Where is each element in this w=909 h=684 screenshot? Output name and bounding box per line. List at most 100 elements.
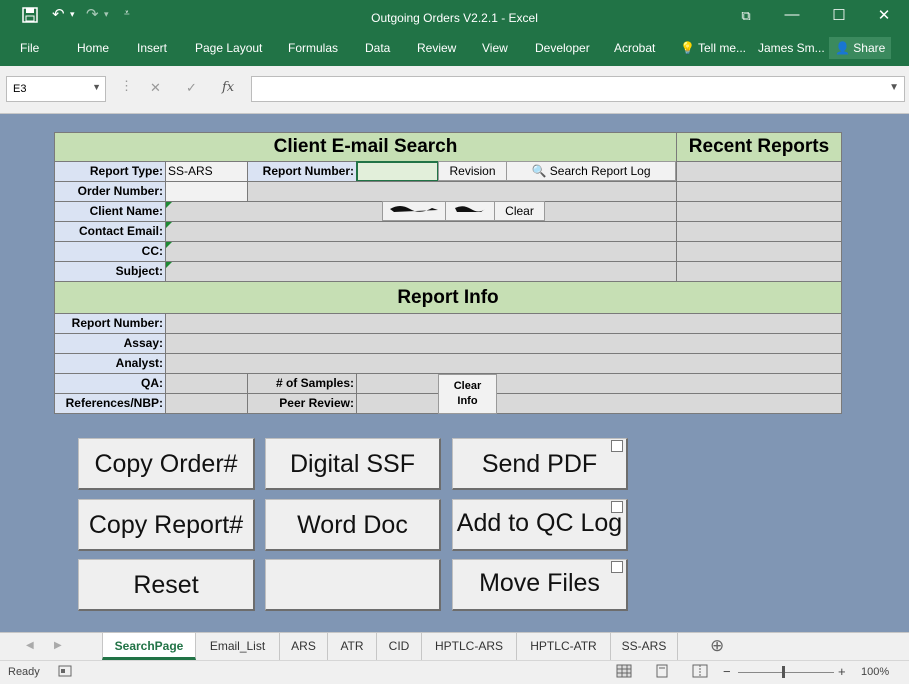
chevron-down-icon[interactable]: ▼ [92, 82, 101, 92]
assay-label: Assay: [54, 333, 166, 354]
clear-info-label-1: Clear [453, 380, 482, 392]
cc-input[interactable] [165, 241, 677, 262]
tab-file[interactable]: File [20, 41, 39, 55]
sheet-tab-ars[interactable]: ARS [280, 633, 328, 660]
qa-label: QA: [54, 373, 166, 394]
digital-ssf-button[interactable]: Digital SSF [265, 438, 441, 490]
more-options-icon: ⋮ [120, 78, 133, 93]
send-pdf-checkbox[interactable] [611, 440, 623, 452]
recent-report-6[interactable] [676, 261, 842, 282]
sheet-tab-ss-ars[interactable]: SS-ARS [611, 633, 678, 660]
zoom-slider-thumb[interactable] [782, 666, 785, 678]
recent-report-3[interactable] [676, 201, 842, 222]
recent-report-1[interactable] [676, 161, 842, 182]
close-icon[interactable]: ✕ [869, 6, 899, 24]
status-ready: Ready [8, 666, 40, 678]
page-layout-view-icon[interactable] [654, 664, 670, 681]
tab-acrobat[interactable]: Acrobat [614, 41, 655, 55]
share-button[interactable]: 👤 Share [829, 37, 892, 59]
tab-page-layout[interactable]: Page Layout [195, 41, 262, 55]
normal-view-icon[interactable] [616, 664, 632, 681]
clear-button[interactable]: Clear [494, 201, 545, 221]
add-sheet-icon[interactable]: ⊕ [710, 636, 724, 656]
sheet-tab-hptlc-atr[interactable]: HPTLC-ATR [517, 633, 611, 660]
sheet-tab-searchpage[interactable]: SearchPage [102, 633, 196, 660]
redacted-button-2[interactable] [445, 201, 495, 221]
move-files-checkbox[interactable] [611, 561, 623, 573]
search-icon: 🔍 [531, 164, 547, 178]
cancel-icon[interactable]: ✕ [150, 80, 161, 96]
minimize-icon[interactable]: — [777, 6, 807, 23]
title-bar: ↶ ▾ ↷ ▾ ⩡ Outgoing Orders V2.2.1 - Excel… [0, 0, 909, 34]
subject-input[interactable] [165, 261, 677, 282]
revision-button[interactable]: Revision [438, 161, 507, 181]
copy-order-button[interactable]: Copy Order# [78, 438, 255, 490]
report-info-header: Report Info [54, 281, 842, 314]
report-type-field[interactable]: SS-ARS [165, 161, 248, 182]
worksheet: Client E-mail Search Recent Reports Repo… [0, 114, 909, 632]
sheet-tabs-bar: ◀ ▶ SearchPage Email_List ARS ATR CID HP… [0, 632, 909, 660]
enter-icon[interactable]: ✓ [186, 80, 197, 96]
recent-report-5[interactable] [676, 241, 842, 262]
order-number-extra [247, 181, 677, 202]
clear-info-label-2: Info [457, 395, 478, 407]
move-files-button[interactable]: Move Files [452, 559, 628, 611]
zoom-out-icon[interactable]: − [723, 664, 731, 679]
clear-info-button[interactable]: Clear Info [438, 374, 497, 414]
user-name[interactable]: James Sm... [758, 41, 825, 55]
name-box[interactable]: E3 ▼ [6, 76, 106, 102]
sheet-tab-atr[interactable]: ATR [328, 633, 377, 660]
tab-formulas[interactable]: Formulas [288, 41, 338, 55]
add-to-qc-log-button[interactable]: Add to QC Log [452, 499, 628, 551]
order-number-input[interactable] [165, 181, 248, 202]
tab-data[interactable]: Data [365, 41, 390, 55]
expand-formula-icon[interactable]: ▼ [889, 82, 899, 93]
reset-button[interactable]: Reset [78, 559, 255, 611]
info-report-number-value [165, 313, 842, 334]
formula-bar: E3 ▼ ⋮ ✕ ✓ fx ▼ [0, 66, 909, 114]
samples-label: # of Samples: [247, 373, 357, 394]
blank-button[interactable] [265, 559, 441, 611]
tab-home[interactable]: Home [77, 41, 109, 55]
sheet-tab-cid[interactable]: CID [377, 633, 422, 660]
function-icon[interactable]: fx [222, 80, 234, 95]
search-panel-header: Client E-mail Search [54, 132, 677, 162]
report-number-input[interactable] [356, 161, 439, 182]
zoom-level[interactable]: 100% [861, 666, 889, 678]
status-bar: Ready − + 100% [0, 660, 909, 684]
word-doc-button[interactable]: Word Doc [265, 499, 441, 551]
recent-report-4[interactable] [676, 221, 842, 242]
tab-insert[interactable]: Insert [137, 41, 167, 55]
report-number-label: Report Number: [247, 161, 357, 182]
sheet-tab-hptlc-ars[interactable]: HPTLC-ARS [422, 633, 517, 660]
qa-row-extra [496, 373, 842, 394]
add-to-qc-log-checkbox[interactable] [611, 501, 623, 513]
tab-view[interactable]: View [482, 41, 508, 55]
analyst-label: Analyst: [54, 353, 166, 374]
window-title: Outgoing Orders V2.2.1 - Excel [371, 11, 538, 25]
subject-label: Subject: [54, 261, 166, 282]
macro-record-icon[interactable] [58, 664, 72, 681]
zoom-slider-track[interactable] [738, 672, 834, 673]
contact-email-input[interactable] [165, 221, 677, 242]
search-report-log-button[interactable]: 🔍 Search Report Log [506, 161, 676, 181]
order-number-label: Order Number: [54, 181, 166, 202]
samples-value [356, 373, 439, 394]
tab-review[interactable]: Review [417, 41, 456, 55]
maximize-icon[interactable]: ☐ [824, 6, 854, 24]
redacted-button-1[interactable] [382, 201, 446, 221]
scroll-right-icon[interactable]: ▶ [54, 640, 62, 651]
recent-report-2[interactable] [676, 181, 842, 202]
share-label: Share [853, 41, 886, 55]
page-break-view-icon[interactable] [692, 664, 708, 681]
send-pdf-button[interactable]: Send PDF [452, 438, 628, 490]
search-report-log-label: Search Report Log [549, 164, 651, 178]
copy-report-button[interactable]: Copy Report# [78, 499, 255, 551]
sheet-tab-email-list[interactable]: Email_List [196, 633, 280, 660]
tab-developer[interactable]: Developer [535, 41, 590, 55]
formula-input[interactable]: ▼ [251, 76, 905, 102]
scroll-left-icon[interactable]: ◀ [26, 640, 34, 651]
zoom-in-icon[interactable]: + [838, 664, 846, 679]
ribbon-display-icon[interactable]: ⧉ [731, 8, 761, 24]
tell-me-input[interactable]: Tell me... [698, 41, 746, 55]
